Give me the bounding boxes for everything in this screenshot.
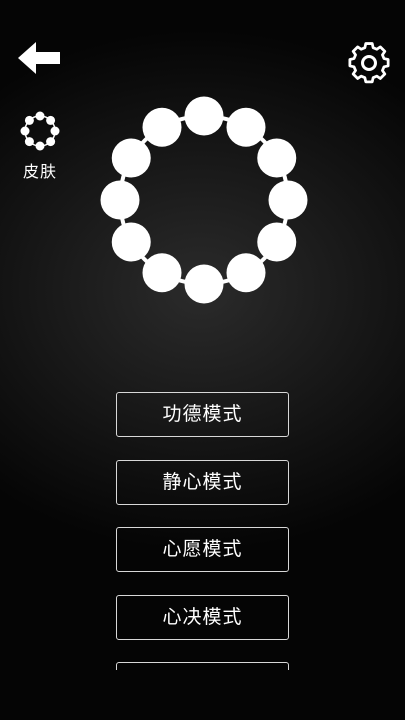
skin-button[interactable]: 皮肤 [12, 108, 68, 181]
bead [226, 253, 266, 293]
skin-label: 皮肤 [22, 162, 57, 181]
bead [257, 138, 297, 178]
bead [257, 222, 297, 262]
mode-list: 功德模式 静心模式 心愿模式 心决模式 [116, 392, 289, 670]
bead [184, 96, 224, 136]
back-button[interactable] [16, 40, 64, 76]
bead-bracelet-graphic [100, 96, 308, 304]
gear-icon [348, 42, 390, 84]
mode-button-resolve[interactable]: 心决模式 [116, 594, 289, 640]
mode-button-more[interactable] [116, 662, 289, 670]
bead [142, 107, 182, 147]
bead [100, 180, 140, 220]
bracelet-string [118, 114, 290, 286]
bead [111, 138, 151, 178]
bead [268, 180, 308, 220]
bead-bracelet-icon [20, 111, 60, 151]
bead [184, 264, 224, 304]
mode-button-calm[interactable]: 静心模式 [116, 459, 289, 505]
bead [111, 222, 151, 262]
settings-button[interactable] [346, 40, 392, 86]
arrow-left-icon [18, 42, 60, 74]
mode-button-wish[interactable]: 心愿模式 [116, 527, 289, 572]
bead [226, 107, 266, 147]
bead-bracelet[interactable] [96, 92, 312, 308]
mode-button-merit[interactable]: 功德模式 [116, 392, 289, 437]
bead [142, 253, 182, 293]
